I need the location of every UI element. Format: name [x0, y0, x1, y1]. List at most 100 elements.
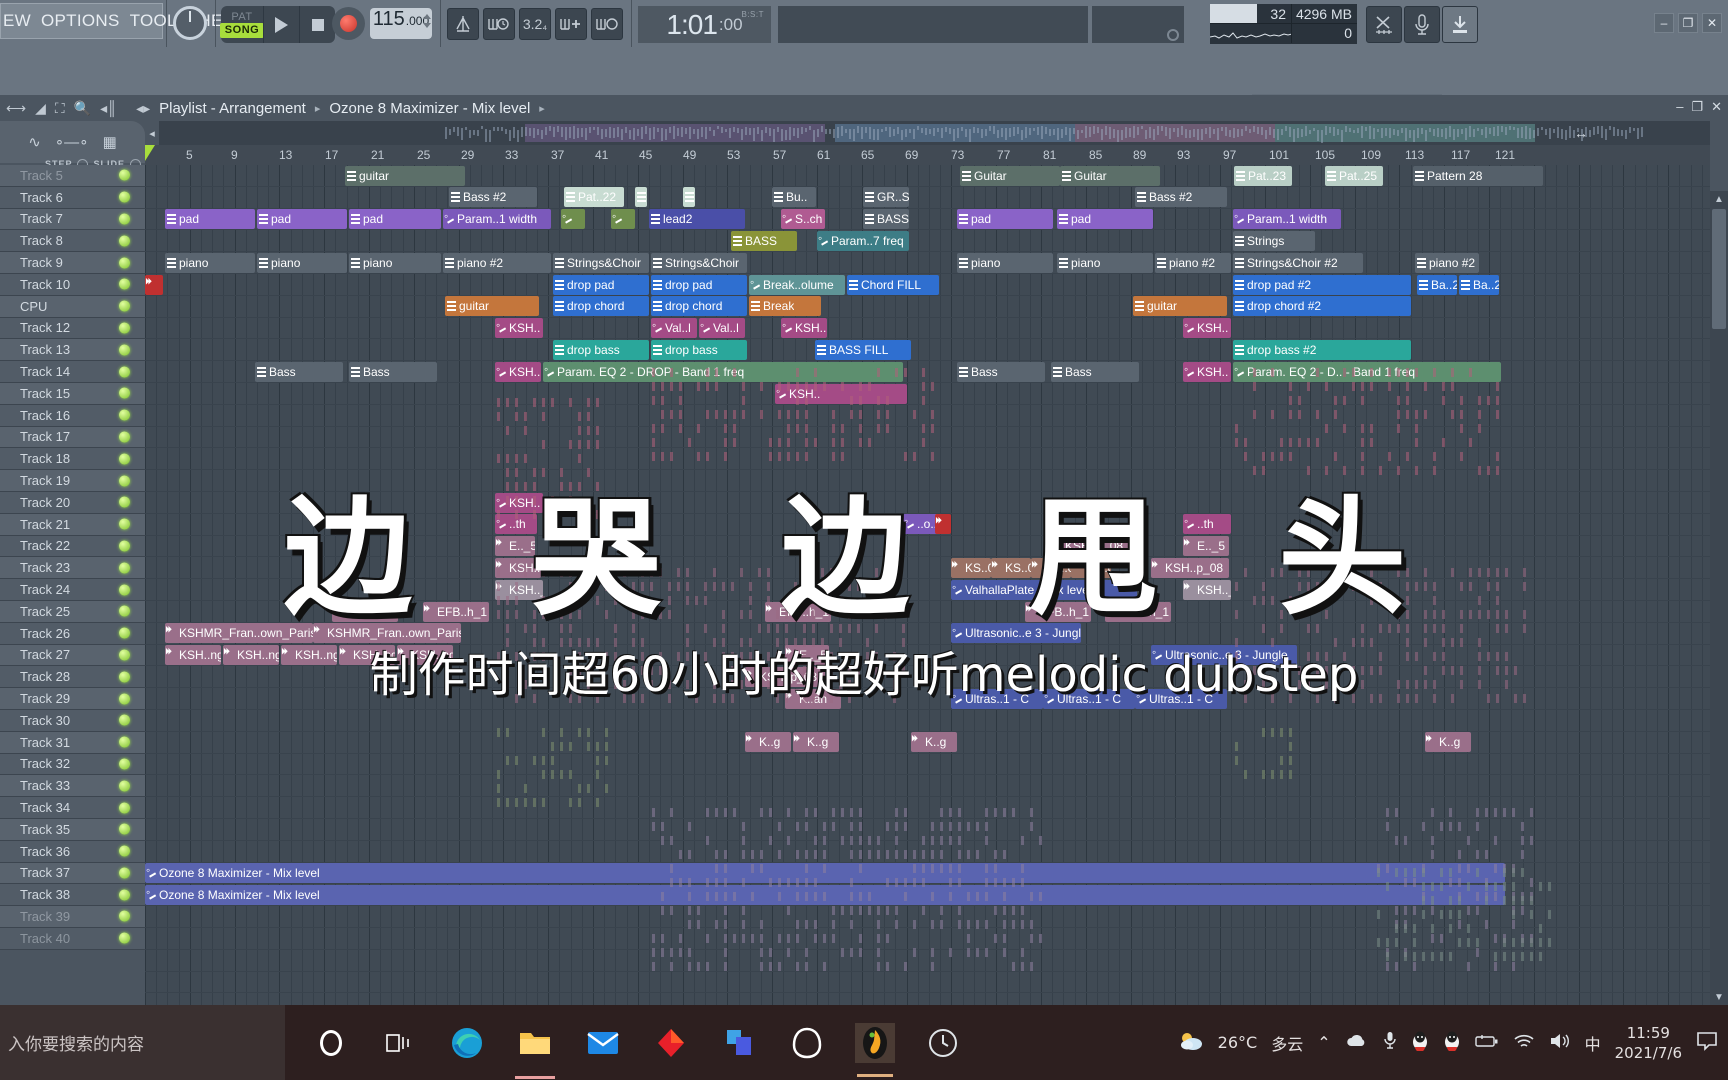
- track-header[interactable]: Track 21: [0, 514, 145, 536]
- track-enable-led[interactable]: [119, 301, 130, 312]
- playlist-clip[interactable]: KSH..ng: [165, 645, 221, 665]
- track-enable-led[interactable]: [119, 192, 130, 203]
- track-name[interactable]: Track 15: [20, 386, 70, 401]
- playlist-clip[interactable]: Pattern 28: [1413, 166, 1543, 186]
- track-header[interactable]: Track 20: [0, 492, 145, 514]
- track-enable-led[interactable]: [119, 257, 130, 268]
- playlist-clip[interactable]: K..g: [1425, 732, 1471, 752]
- playhead-marker[interactable]: [145, 145, 155, 161]
- breadcrumb-automation[interactable]: Ozone 8 Maximizer - Mix level: [329, 100, 530, 117]
- playlist-clip[interactable]: Val..l: [699, 318, 745, 338]
- playlist-clip[interactable]: Pat..22: [564, 187, 624, 207]
- track-name[interactable]: Track 20: [20, 495, 70, 510]
- playlist-clip[interactable]: drop chord: [651, 296, 747, 316]
- track-enable-led[interactable]: [119, 802, 130, 813]
- playlist-clip[interactable]: drop bass: [553, 340, 649, 360]
- playlist-window-controls[interactable]: – ❐ ✕: [1676, 99, 1722, 115]
- playlist-clip[interactable]: GR..S: [863, 187, 909, 207]
- playlist-clip[interactable]: KS..0: [951, 558, 991, 578]
- zoom-fit-icon[interactable]: ⛶: [55, 100, 65, 117]
- taskbar-app-icons[interactable]: [285, 1023, 1178, 1063]
- playlist-clip[interactable]: S..ch: [781, 209, 825, 229]
- track-header[interactable]: Track 40: [0, 928, 145, 950]
- playlist-clip[interactable]: piano: [165, 253, 255, 273]
- track-name[interactable]: Track 19: [20, 473, 70, 488]
- playlist-clip[interactable]: Strings&Choir #2: [1233, 253, 1363, 273]
- loop-record-button[interactable]: [591, 8, 623, 40]
- playlist-clip[interactable]: KSHMR_Fran..own_Paris: [165, 623, 313, 643]
- cortana-icon[interactable]: [311, 1023, 351, 1063]
- transport-controls[interactable]: PAT SONG: [221, 6, 335, 43]
- track-enable-led[interactable]: [119, 279, 130, 290]
- playlist-clip[interactable]: KSH..ng: [281, 645, 337, 665]
- playlist-clip[interactable]: [635, 187, 647, 207]
- playlist-clip[interactable]: EFB..h_1: [332, 602, 398, 622]
- track-header[interactable]: Track 35: [0, 819, 145, 841]
- microphone-button[interactable]: [1404, 6, 1440, 43]
- playlist-clip[interactable]: pad: [957, 209, 1053, 229]
- horizontal-resize-handle[interactable]: ↔: [1574, 125, 1588, 141]
- search-input[interactable]: 入你要搜索的内容: [0, 1005, 285, 1080]
- playlist-clip[interactable]: Bass #2: [1135, 187, 1227, 207]
- playlist-clip[interactable]: [683, 187, 695, 207]
- slip-tool-icon[interactable]: ◢: [35, 100, 46, 117]
- close-button[interactable]: ✕: [1702, 13, 1722, 33]
- track-name[interactable]: Track 9: [20, 255, 63, 270]
- playlist-clip[interactable]: ..o..n: [903, 514, 939, 534]
- track-header[interactable]: Track 5: [0, 165, 145, 187]
- playlist-clip[interactable]: EFB..h_1: [1025, 602, 1091, 622]
- track-enable-led[interactable]: [119, 497, 130, 508]
- track-enable-led[interactable]: [119, 693, 130, 704]
- song-overview-strip[interactable]: [145, 121, 1710, 145]
- playlist-clip[interactable]: E.._5: [785, 645, 829, 665]
- track-name[interactable]: Track 38: [20, 887, 70, 902]
- track-name[interactable]: Track 17: [20, 429, 70, 444]
- track-name[interactable]: Track 39: [20, 909, 70, 924]
- track-header[interactable]: Track 34: [0, 797, 145, 819]
- playlist-clip[interactable]: drop chord: [553, 296, 649, 316]
- playlist-clip[interactable]: Pat..25: [1325, 166, 1383, 186]
- taskbar-clock[interactable]: 11:59 2021/7/6: [1615, 1023, 1682, 1063]
- stop-button[interactable]: [299, 6, 335, 43]
- playlist-clip[interactable]: [935, 514, 951, 534]
- playlist-clip[interactable]: ..th: [1183, 514, 1231, 534]
- playlist-clip[interactable]: KSHMR_Fran..own_Paris: [313, 623, 461, 643]
- playlist-maximize-button[interactable]: ❐: [1691, 99, 1703, 115]
- track-name[interactable]: Track 24: [20, 582, 70, 597]
- tempo-spinner[interactable]: [423, 14, 429, 33]
- playlist-menu-icon[interactable]: ◂▸: [136, 100, 150, 117]
- track-name[interactable]: Track 30: [20, 713, 70, 728]
- track-header[interactable]: Track 18: [0, 448, 145, 470]
- playlist-clip[interactable]: [611, 209, 635, 229]
- playlist-clip[interactable]: [145, 275, 163, 295]
- playlist-clip[interactable]: EFB..h_1: [423, 602, 489, 622]
- browser-icon[interactable]: [787, 1023, 827, 1063]
- playlist-clip[interactable]: Bu..: [772, 187, 816, 207]
- playlist-clip[interactable]: KSH..: [495, 318, 543, 338]
- menu-bar[interactable]: EW OPTIONS TOOLS HELP: [0, 3, 163, 39]
- track-enable-led[interactable]: [119, 170, 130, 181]
- track-name[interactable]: Track 8: [20, 233, 63, 248]
- playlist-close-button[interactable]: ✕: [1711, 99, 1722, 115]
- scroll-up-button[interactable]: ▲: [1710, 191, 1728, 207]
- playlist-clip[interactable]: piano: [1057, 253, 1153, 273]
- playlist-minimize-button[interactable]: –: [1676, 99, 1683, 115]
- track-header[interactable]: Track 38: [0, 884, 145, 906]
- clock-app-icon[interactable]: [923, 1023, 963, 1063]
- qq-icon-1[interactable]: [1411, 1031, 1429, 1055]
- playlist-clip[interactable]: ValhallaPlate - Mix level: [951, 580, 1137, 600]
- track-enable-led[interactable]: [119, 715, 130, 726]
- playlist-clip[interactable]: piano: [349, 253, 441, 273]
- cut-tool-button[interactable]: [1366, 6, 1402, 43]
- track-header[interactable]: Track 39: [0, 906, 145, 928]
- track-enable-led[interactable]: [119, 366, 130, 377]
- playlist-clip[interactable]: KSH..: [495, 558, 541, 578]
- playlist-clip[interactable]: Chord FILL: [847, 275, 939, 295]
- track-enable-led[interactable]: [119, 911, 130, 922]
- playlist-clip[interactable]: Param..1 width: [1233, 209, 1341, 229]
- playlist-clip[interactable]: piano: [957, 253, 1053, 273]
- move-tool-icon[interactable]: ⟷: [6, 100, 26, 117]
- file-explorer-icon[interactable]: [515, 1023, 555, 1063]
- track-name[interactable]: Track 25: [20, 604, 70, 619]
- track-header[interactable]: Track 14: [0, 361, 145, 383]
